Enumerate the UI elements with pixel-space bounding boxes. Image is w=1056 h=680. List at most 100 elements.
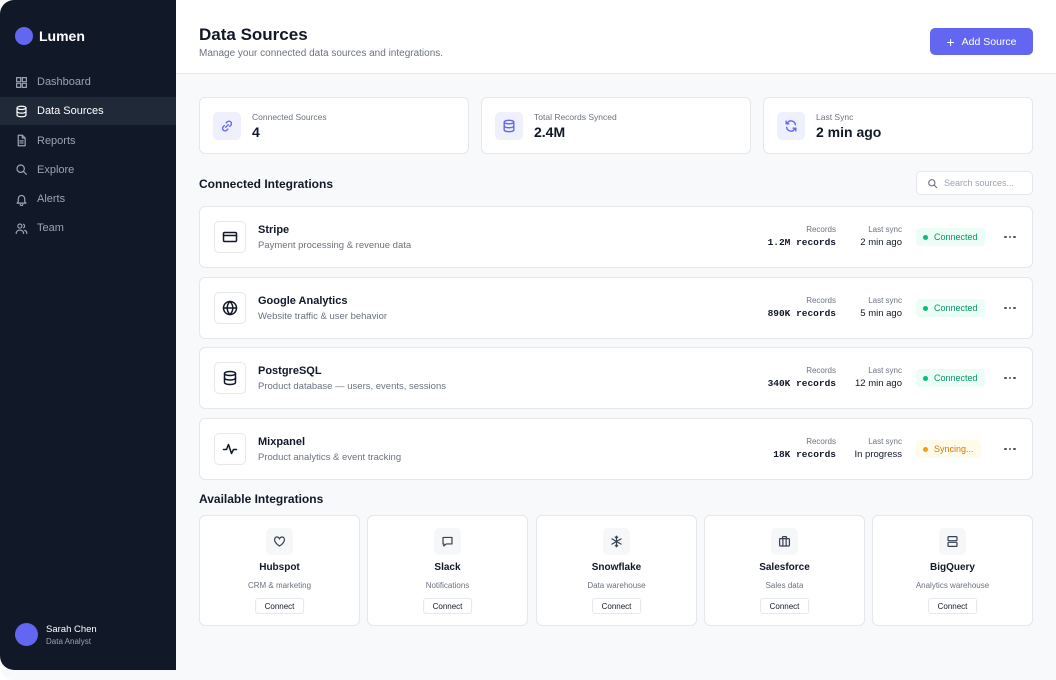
sidebar-item-label: Alerts	[37, 193, 66, 206]
status-text: Connected	[934, 373, 978, 383]
app-name: Lumen	[39, 28, 85, 44]
available-description: Sales data	[765, 581, 804, 590]
integration-description: Website traffic & user behavior	[258, 311, 388, 322]
stat-value: 4	[252, 124, 260, 140]
add-source-label: Add Source	[961, 35, 1017, 48]
status-dot-icon	[923, 234, 928, 240]
integration-row-mixpanel[interactable]: Mixpanel Product analytics & event track…	[199, 418, 1033, 480]
available-card-snowflake: Snowflake Data warehouse Connect	[536, 515, 697, 626]
search-box[interactable]	[916, 171, 1033, 195]
last-sync-label: Last sync	[868, 366, 902, 375]
records-value: 18K records	[773, 449, 836, 460]
last-sync-value: 12 min ago	[854, 378, 902, 389]
status-text: Connected	[934, 232, 978, 242]
available-name: Hubspot	[259, 562, 300, 573]
more-options-icon[interactable]	[1001, 370, 1019, 386]
connected-integrations-title: Connected Integrations	[199, 177, 334, 191]
user-name: Sarah Chen	[46, 623, 97, 635]
connect-button[interactable]: Connect	[422, 598, 473, 614]
stat-card-last-sync: Last Sync 2 min ago	[763, 97, 1033, 154]
search-input[interactable]	[944, 178, 1032, 188]
app-window: Lumen Dashboard Data Sources Reports Exp…	[0, 0, 1056, 680]
status-text: Connected	[934, 303, 978, 313]
stat-value: 2 min ago	[816, 124, 882, 140]
sidebar-item-reports[interactable]: Reports	[0, 127, 176, 155]
stat-value: 2.4M	[534, 124, 566, 140]
available-card-bigquery: BigQuery Analytics warehouse Connect	[872, 515, 1033, 626]
brand[interactable]: Lumen	[15, 27, 85, 45]
available-card-slack: Slack Notifications Connect	[367, 515, 528, 626]
last-sync-value: 2 min ago	[860, 237, 902, 248]
available-description: Notifications	[425, 581, 470, 590]
last-sync-label: Last sync	[868, 437, 902, 446]
available-description: Analytics warehouse	[915, 581, 990, 590]
status-badge: Connected	[916, 228, 985, 246]
status-badge: Connected	[916, 369, 985, 387]
status-dot-icon	[923, 305, 928, 311]
records-value: 340K records	[767, 378, 836, 389]
last-sync-value: In progress	[854, 449, 902, 460]
records-label: Records	[806, 366, 836, 375]
avatar	[15, 623, 38, 646]
available-name: Salesforce	[759, 562, 810, 573]
sidebar-nav: Dashboard Data Sources Reports Explore A…	[0, 68, 176, 244]
page-subtitle: Manage your connected data sources and i…	[199, 48, 444, 59]
available-description: CRM & marketing	[247, 581, 312, 590]
sidebar-item-label: Data Sources	[37, 105, 104, 118]
integration-name: Mixpanel	[258, 436, 306, 448]
briefcase-icon	[771, 528, 798, 555]
message-icon	[434, 528, 461, 555]
sidebar-item-label: Team	[37, 222, 64, 235]
sidebar-item-explore[interactable]: Explore	[0, 156, 176, 184]
status-badge: Connected	[916, 299, 985, 317]
integration-name: Stripe	[258, 224, 290, 236]
credit-card-icon	[214, 221, 246, 253]
integration-row-postgresql[interactable]: PostgreSQL Product database — users, eve…	[199, 347, 1033, 409]
grid-icon	[16, 76, 27, 88]
sidebar-item-label: Explore	[37, 163, 75, 176]
status-dot-icon	[923, 375, 928, 381]
bell-icon	[16, 194, 27, 206]
stat-card-connected-sources: Connected Sources 4	[199, 97, 469, 154]
page-header: Data Sources Manage your connected data …	[176, 0, 1056, 74]
sidebar-item-data-sources[interactable]: Data Sources	[0, 97, 176, 126]
last-sync-label: Last sync	[868, 225, 902, 234]
sidebar-item-team[interactable]: Team	[0, 214, 176, 242]
connect-button[interactable]: Connect	[759, 598, 810, 614]
user-role: Data Analyst	[46, 636, 91, 646]
more-options-icon[interactable]	[1001, 300, 1019, 316]
sidebar-item-dashboard[interactable]: Dashboard	[0, 68, 176, 96]
status-badge: Syncing...	[916, 440, 981, 458]
sidebar-item-alerts[interactable]: Alerts	[0, 185, 176, 213]
integration-row-stripe[interactable]: Stripe Payment processing & revenue data…	[199, 206, 1033, 268]
available-description: Data warehouse	[587, 581, 646, 590]
integration-row-google-analytics[interactable]: Google Analytics Website traffic & user …	[199, 277, 1033, 339]
connect-button[interactable]: Connect	[927, 598, 978, 614]
stat-label: Total Records Synced	[534, 112, 617, 122]
link-icon	[213, 112, 241, 140]
snowflake-icon	[603, 528, 630, 555]
database-icon	[214, 362, 246, 394]
connect-button[interactable]: Connect	[591, 598, 642, 614]
plus-icon: +	[946, 33, 955, 50]
integration-description: Product analytics & event tracking	[258, 452, 402, 463]
more-options-icon[interactable]	[1001, 441, 1019, 457]
add-source-button[interactable]: + Add Source	[930, 28, 1033, 55]
available-name: Slack	[434, 562, 461, 573]
page-title: Data Sources	[199, 25, 308, 44]
sidebar-item-label: Dashboard	[37, 76, 91, 88]
records-value: 1.2M records	[767, 237, 836, 248]
file-icon	[17, 134, 26, 147]
logo-icon	[15, 27, 33, 45]
more-options-icon[interactable]	[1001, 229, 1019, 245]
sidebar-item-label: Reports	[37, 134, 76, 147]
server-icon	[939, 528, 966, 555]
sidebar: Lumen Dashboard Data Sources Reports Exp…	[0, 0, 176, 670]
user-profile[interactable]: Sarah Chen Data Analyst	[15, 623, 97, 646]
available-name: Snowflake	[591, 562, 642, 573]
available-name: BigQuery	[929, 562, 975, 573]
last-sync-value: 5 min ago	[860, 308, 902, 319]
available-card-hubspot: Hubspot CRM & marketing Connect	[199, 515, 360, 626]
records-value: 890K records	[767, 308, 836, 319]
connect-button[interactable]: Connect	[254, 598, 305, 614]
